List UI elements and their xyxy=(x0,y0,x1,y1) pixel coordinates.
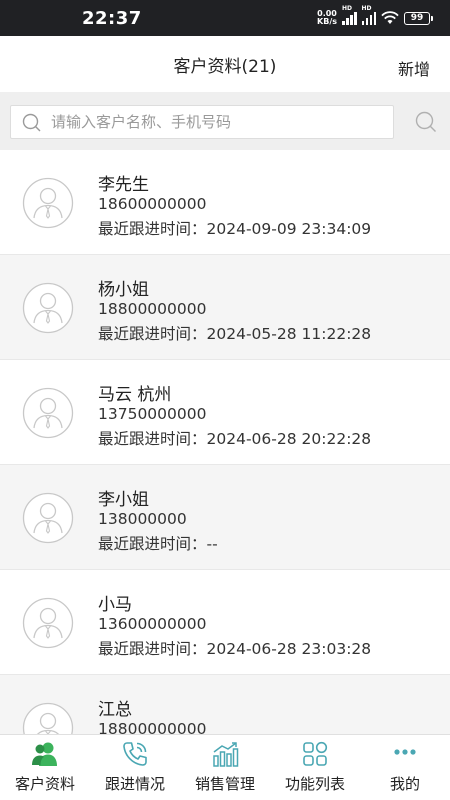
customer-list: 李先生 18600000000 最近跟进时间：2024-09-09 23:34:09… xyxy=(0,150,450,734)
status-bar: 22:37 0.00 KB/s HD HD 99 xyxy=(0,0,450,36)
tab-sales[interactable]: 销售管理 xyxy=(180,735,270,800)
grid-icon xyxy=(303,741,328,766)
wifi-icon xyxy=(381,11,399,24)
customer-phone: 18800000000 xyxy=(98,720,207,734)
last-follow-time: 最近跟进时间：2024-06-28 20:22:28 xyxy=(98,427,371,449)
customer-name: 小马 xyxy=(98,595,132,615)
avatar xyxy=(22,597,74,649)
more-icon xyxy=(394,749,416,755)
last-follow-label: 最近跟进时间： xyxy=(98,430,207,448)
net-speed: 0.00 KB/s xyxy=(317,9,337,26)
status-icons: 0.00 KB/s HD HD 99 xyxy=(317,5,433,28)
last-follow-value: 2024-06-28 23:03:28 xyxy=(206,640,372,658)
customer-name: 李先生 xyxy=(98,175,149,195)
avatar xyxy=(22,177,74,229)
avatar xyxy=(22,702,74,734)
customer-phone: 18600000000 xyxy=(98,195,207,213)
customer-icon xyxy=(32,742,57,766)
search-button-icon[interactable] xyxy=(415,111,437,133)
customer-item[interactable]: 马云 杭州 13750000000 最近跟进时间：2024-06-28 20:22:… xyxy=(0,360,450,465)
search-input[interactable] xyxy=(51,106,386,138)
last-follow-label: 最近跟进时间： xyxy=(98,640,207,658)
header: 客户资料(21) 新增 xyxy=(0,36,450,92)
customer-item[interactable]: 小马 13600000000 最近跟进时间：2024-06-28 23:03:28 xyxy=(0,570,450,675)
last-follow-value: 2024-05-28 11:22:28 xyxy=(206,325,372,343)
customer-item[interactable]: 李小姐 138000000 最近跟进时间：-- xyxy=(0,465,450,570)
customer-name: 杨小姐 xyxy=(98,280,149,300)
add-button[interactable]: 新增 xyxy=(398,56,430,80)
tab-label: 销售管理 xyxy=(194,775,255,793)
last-follow-label: 最近跟进时间： xyxy=(98,220,207,238)
customer-phone: 13600000000 xyxy=(98,615,207,633)
search-area xyxy=(0,92,450,150)
page-title: 客户资料(21) xyxy=(173,57,277,77)
tab-functions[interactable]: 功能列表 xyxy=(270,735,360,800)
search-box[interactable] xyxy=(10,105,394,139)
phone-icon xyxy=(123,742,147,766)
tab-label: 跟进情况 xyxy=(104,775,165,793)
last-follow-time: 最近跟进时间：-- xyxy=(98,532,218,554)
customer-phone: 138000000 xyxy=(98,510,187,528)
customer-name: 李小姐 xyxy=(98,490,149,510)
customer-name: 江总 xyxy=(98,700,132,720)
tab-customer[interactable]: 客户资料 xyxy=(0,735,90,800)
tab-label: 功能列表 xyxy=(284,775,345,793)
last-follow-value: 2024-09-09 23:34:09 xyxy=(206,220,372,238)
tab-label: 我的 xyxy=(389,775,420,793)
avatar xyxy=(22,387,74,439)
last-follow-time: 最近跟进时间：2024-05-28 11:22:28 xyxy=(98,322,371,344)
last-follow-label: 最近跟进时间： xyxy=(98,325,207,343)
tab-follow-up[interactable]: 跟进情况 xyxy=(90,735,180,800)
signal-icon: HD xyxy=(342,5,357,25)
customer-item[interactable]: 江总18800000000最近跟进时间： xyxy=(0,675,450,734)
last-follow-time: 最近跟进时间：2024-06-28 23:03:28 xyxy=(98,637,371,659)
customer-name: 马云 杭州 xyxy=(98,385,172,405)
signal-icon: HD xyxy=(361,5,376,25)
customer-item[interactable]: 杨小姐 18800000000 最近跟进时间：2024-05-28 11:22:28 xyxy=(0,255,450,360)
tab-bar: 客户资料 跟进情况 销售管理 功能列表 我的 xyxy=(0,734,450,800)
status-time: 22:37 xyxy=(82,8,142,29)
battery-icon: 99 xyxy=(404,11,433,25)
customer-phone: 18800000000 xyxy=(98,300,207,318)
customer-phone: 13750000000 xyxy=(98,405,207,423)
tab-label: 客户资料 xyxy=(14,775,75,793)
customer-item[interactable]: 李先生 18600000000 最近跟进时间：2024-09-09 23:34:09 xyxy=(0,150,450,255)
last-follow-label: 最近跟进时间： xyxy=(98,535,207,553)
avatar xyxy=(22,492,74,544)
bar-chart-icon xyxy=(213,742,239,767)
avatar xyxy=(22,282,74,334)
last-follow-value: 2024-06-28 20:22:28 xyxy=(206,430,372,448)
last-follow-time: 最近跟进时间：2024-09-09 23:34:09 xyxy=(98,217,371,239)
last-follow-value: -- xyxy=(206,535,218,553)
tab-mine[interactable]: 我的 xyxy=(360,735,450,800)
search-icon xyxy=(22,113,41,132)
